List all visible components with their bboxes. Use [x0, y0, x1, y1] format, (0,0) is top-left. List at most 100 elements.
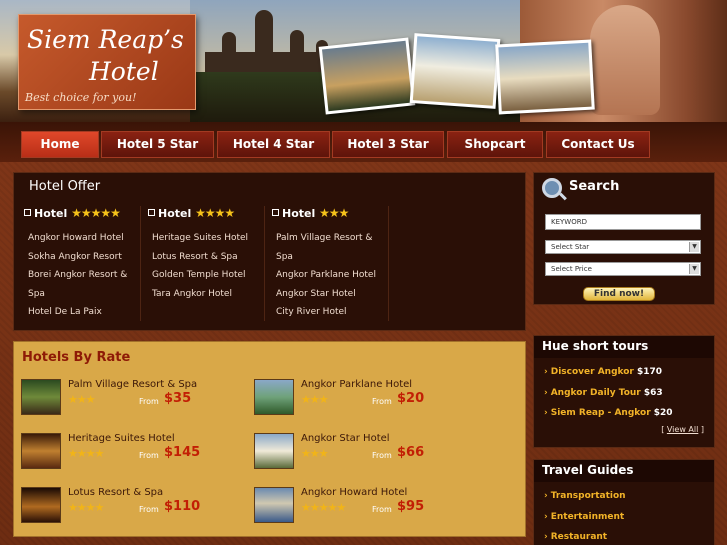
star-rating-icon: ★★★★	[68, 447, 104, 460]
offer-column-header: Hotel ★★★★★	[24, 206, 140, 224]
nav-hotel-5-star[interactable]: Hotel 5 Star	[101, 131, 214, 158]
search-panel: Search KEYWORD Select Star ▼ Select Pric…	[533, 172, 715, 305]
square-bullet-icon	[272, 209, 279, 216]
offer-column-header: Hotel ★★★★	[148, 206, 264, 224]
nav-hotel-3-star[interactable]: Hotel 3 Star	[332, 131, 444, 158]
hotel-price: $145	[164, 445, 201, 460]
hotel-name[interactable]: Lotus Resort & Spa	[68, 487, 163, 498]
offer-column-header: Hotel ★★★	[272, 206, 388, 224]
view-all-link[interactable]: View All	[667, 425, 698, 434]
select-price-value: Select Price	[551, 265, 592, 273]
tour-link[interactable]: › Angkor Daily Tour $63	[544, 383, 714, 404]
offer-hotel-link[interactable]: Angkor Star Hotel	[272, 285, 388, 304]
nav-contact-us[interactable]: Contact Us	[546, 131, 650, 158]
from-label: From	[139, 505, 159, 514]
hotel-name[interactable]: Palm Village Resort & Spa	[68, 379, 197, 390]
hotel-name[interactable]: Angkor Star Hotel	[301, 433, 390, 444]
tour-name: Siem Reap - Angkor	[550, 408, 651, 418]
hotel-thumbnail[interactable]	[21, 433, 61, 469]
dropdown-arrow-icon: ▼	[689, 264, 699, 274]
offer-hotel-link[interactable]: Heritage Suites Hotel	[148, 229, 264, 248]
short-tours-title: Hue short tours	[534, 336, 714, 358]
logo-line1: Siem Reap’s	[27, 25, 184, 54]
travel-guides-panel: Travel Guides › Transportation › Entertain…	[533, 459, 715, 545]
arrow-bullet-icon: ›	[544, 491, 548, 501]
hotel-price: $20	[397, 391, 425, 406]
column-label: Hotel	[34, 207, 68, 220]
hotel-thumbnail[interactable]	[254, 433, 294, 469]
nav-home[interactable]: Home	[21, 131, 99, 158]
find-now-button[interactable]: Find now!	[583, 287, 655, 301]
hotel-photo-1	[318, 37, 416, 115]
header-banner: Siem Reap’s Hotel Best choice for you!	[0, 0, 727, 122]
star-rating-icon: ★★★★★	[71, 206, 121, 220]
hotel-photo-3	[495, 39, 595, 115]
hotel-offer-panel: Hotel Offer Hotel ★★★★★ Angkor Howard Ho…	[13, 172, 526, 331]
tour-link[interactable]: › Discover Angkor $170	[544, 362, 714, 383]
search-icon	[542, 178, 562, 198]
guide-label: Entertainment	[550, 511, 625, 522]
offer-hotel-link[interactable]: Angkor Parklane Hotel	[272, 266, 388, 285]
star-rating-icon: ★★★	[319, 206, 349, 220]
offer-hotel-link[interactable]: Golden Temple Hotel	[148, 266, 264, 285]
hotels-by-rate-panel: Hotels By Rate Palm Village Resort & Spa…	[13, 341, 526, 537]
hotel-thumbnail[interactable]	[21, 379, 61, 415]
guide-link[interactable]: › Restaurant	[544, 527, 714, 545]
star-rating-icon: ★★★	[68, 393, 96, 406]
offer-hotel-link[interactable]: Spa	[24, 285, 140, 304]
hotel-price: $110	[164, 499, 201, 514]
arrow-bullet-icon: ›	[544, 511, 548, 522]
logo-line2: Hotel	[89, 57, 159, 86]
offer-hotel-link[interactable]: Palm Village Resort &	[272, 229, 388, 248]
star-rating-icon: ★★★★★	[301, 501, 346, 514]
arrow-bullet-icon: ›	[544, 387, 548, 398]
hotel-price: $95	[397, 499, 425, 514]
rate-item[interactable]: Angkor Star Hotel ★★★ From $66	[254, 433, 494, 473]
rate-item[interactable]: Lotus Resort & Spa ★★★★ From $110	[21, 487, 261, 527]
column-label: Hotel	[282, 207, 316, 220]
arrow-bullet-icon: ›	[544, 408, 548, 418]
select-star-dropdown[interactable]: Select Star ▼	[545, 240, 701, 254]
keyword-input[interactable]: KEYWORD	[545, 214, 701, 230]
hotel-thumbnail[interactable]	[21, 487, 61, 523]
hotel-name[interactable]: Angkor Howard Hotel	[301, 487, 407, 498]
offer-hotel-link[interactable]: Lotus Resort & Spa	[148, 248, 264, 267]
offer-hotel-link[interactable]: City River Hotel	[272, 303, 388, 322]
guide-link[interactable]: › Entertainment	[544, 507, 714, 528]
star-rating-icon: ★★★★	[195, 206, 235, 220]
hotel-thumbnail[interactable]	[254, 379, 294, 415]
offer-hotel-link[interactable]: Angkor Howard Hotel	[24, 229, 140, 248]
nav-shopcart[interactable]: Shopcart	[447, 131, 543, 158]
hotels-by-rate-title: Hotels By Rate	[22, 350, 131, 365]
offer-hotel-link[interactable]: Borei Angkor Resort &	[24, 266, 140, 285]
statue-figure	[590, 5, 660, 115]
dropdown-arrow-icon: ▼	[689, 242, 699, 252]
logo-tagline: Best choice for you!	[25, 91, 137, 104]
offer-hotel-link[interactable]: Tara Angkor Hotel	[148, 285, 264, 304]
hotel-thumbnail[interactable]	[254, 487, 294, 523]
rate-item[interactable]: Palm Village Resort & Spa ★★★ From $35	[21, 379, 261, 419]
offer-hotel-link[interactable]: Sokha Angkor Resort	[24, 248, 140, 267]
view-all-wrapper: [ View All ]	[661, 425, 704, 434]
offer-column-3star: Hotel ★★★ Palm Village Resort & Spa Angk…	[272, 206, 389, 321]
star-rating-icon: ★★★	[301, 447, 329, 460]
rate-item[interactable]: Angkor Howard Hotel ★★★★★ From $95	[254, 487, 494, 527]
from-label: From	[139, 397, 159, 406]
site-logo[interactable]: Siem Reap’s Hotel Best choice for you!	[18, 14, 196, 110]
hotel-name[interactable]: Heritage Suites Hotel	[68, 433, 175, 444]
offer-hotel-link[interactable]: Spa	[272, 248, 388, 267]
from-label: From	[372, 505, 392, 514]
tour-link[interactable]: › Siem Reap - Angkor $20	[544, 403, 714, 424]
guide-link[interactable]: › Transportation	[544, 486, 714, 507]
rate-item[interactable]: Angkor Parklane Hotel ★★★ From $20	[254, 379, 494, 419]
select-price-dropdown[interactable]: Select Price ▼	[545, 262, 701, 276]
hotel-photo-2	[409, 33, 501, 109]
column-label: Hotel	[158, 207, 192, 220]
star-rating-icon: ★★★	[301, 393, 329, 406]
select-star-value: Select Star	[551, 243, 590, 251]
rate-item[interactable]: Heritage Suites Hotel ★★★★ From $145	[21, 433, 261, 473]
hotel-name[interactable]: Angkor Parklane Hotel	[301, 379, 412, 390]
tour-name: Discover Angkor	[550, 367, 634, 377]
nav-hotel-4-star[interactable]: Hotel 4 Star	[217, 131, 330, 158]
offer-hotel-link[interactable]: Hotel De La Paix	[24, 303, 140, 322]
